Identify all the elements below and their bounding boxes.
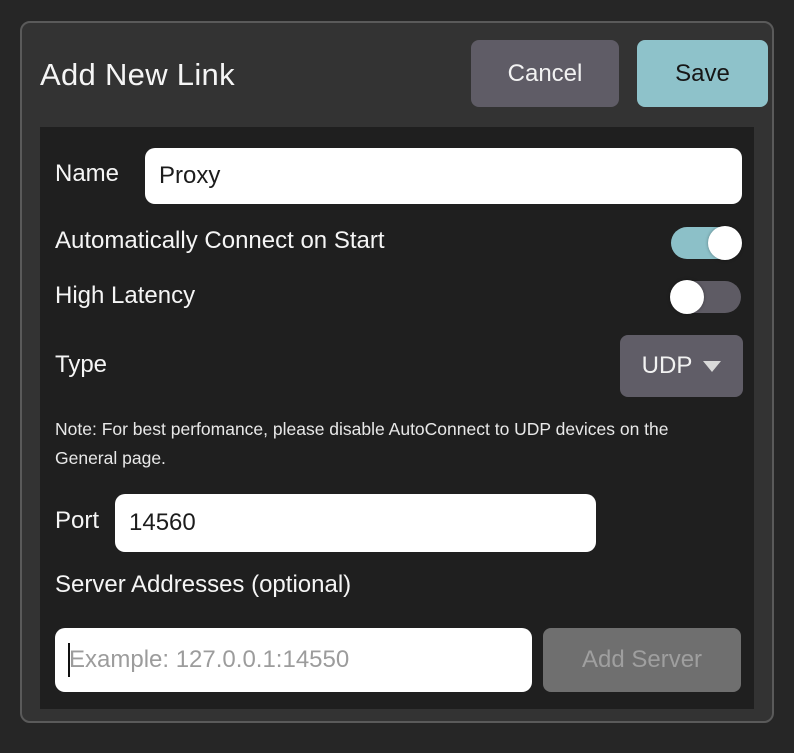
add-new-link-dialog: Add New Link Cancel Save Name Automatica… — [20, 21, 774, 723]
chevron-down-icon — [703, 361, 721, 372]
link-settings-panel: Name Automatically Connect on Start High… — [40, 127, 754, 709]
toggle-knob — [670, 280, 704, 314]
high-latency-toggle[interactable] — [671, 281, 741, 313]
header-buttons: Cancel Save — [471, 40, 768, 107]
type-dropdown-value: UDP — [642, 352, 693, 380]
auto-connect-label: Automatically Connect on Start — [55, 227, 385, 255]
server-address-input[interactable] — [55, 628, 532, 692]
toggle-knob — [708, 226, 742, 260]
dialog-header: Add New Link Cancel Save — [22, 23, 772, 127]
add-server-button[interactable]: Add Server — [543, 628, 741, 692]
port-label: Port — [55, 507, 99, 535]
name-field[interactable] — [145, 148, 742, 204]
page-title: Add New Link — [40, 57, 235, 93]
high-latency-label: High Latency — [55, 282, 195, 310]
save-button[interactable]: Save — [637, 40, 768, 107]
type-label: Type — [55, 351, 107, 379]
note-text: Note: For best perfomance, please disabl… — [55, 415, 735, 473]
name-label: Name — [55, 160, 119, 188]
server-addresses-label: Server Addresses (optional) — [55, 571, 351, 599]
auto-connect-toggle[interactable] — [671, 227, 741, 259]
cancel-button[interactable]: Cancel — [471, 40, 619, 107]
type-dropdown[interactable]: UDP — [620, 335, 743, 397]
port-field[interactable] — [115, 494, 596, 552]
text-cursor — [68, 643, 70, 677]
